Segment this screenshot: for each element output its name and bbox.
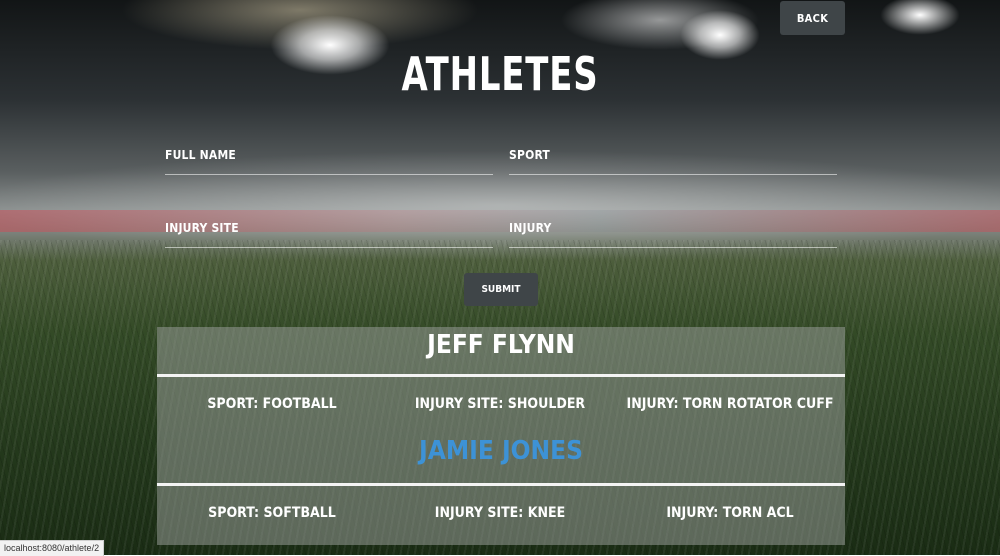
back-button[interactable]: BACK <box>780 1 845 35</box>
stands-stripe <box>0 210 1000 232</box>
athlete-divider <box>157 483 845 486</box>
status-bar-url: localhost:8080/athlete/2 <box>0 540 105 556</box>
athlete-sport: SPORT: FOOTBALL <box>207 396 337 412</box>
athlete-injury-site: INJURY SITE: KNEE <box>434 505 566 521</box>
athlete-name-link[interactable]: JEFF FLYNN <box>157 330 845 360</box>
injury-site-field[interactable]: INJURY SITE <box>165 221 493 248</box>
athlete-name-link[interactable]: JAMIE JONES <box>157 436 845 466</box>
injury-site-input[interactable] <box>165 221 493 247</box>
sport-input[interactable] <box>509 148 837 174</box>
athlete-injury-site: INJURY SITE: SHOULDER <box>414 396 586 412</box>
submit-button[interactable]: SUBMIT <box>464 273 538 306</box>
athlete-sport: SPORT: SOFTBALL <box>208 505 336 521</box>
full-name-field[interactable]: FULL NAME <box>165 148 493 175</box>
athlete-divider <box>157 374 845 377</box>
sport-field[interactable]: SPORT <box>509 148 837 175</box>
stadium-light <box>880 0 960 35</box>
full-name-input[interactable] <box>165 148 493 174</box>
athlete-injury: INJURY: TORN ROTATOR CUFF <box>626 396 834 412</box>
athlete-injury: INJURY: TORN ACL <box>666 505 794 521</box>
injury-field[interactable]: INJURY <box>509 221 837 248</box>
page-title: ATHLETES <box>401 47 599 101</box>
injury-input[interactable] <box>509 221 837 247</box>
